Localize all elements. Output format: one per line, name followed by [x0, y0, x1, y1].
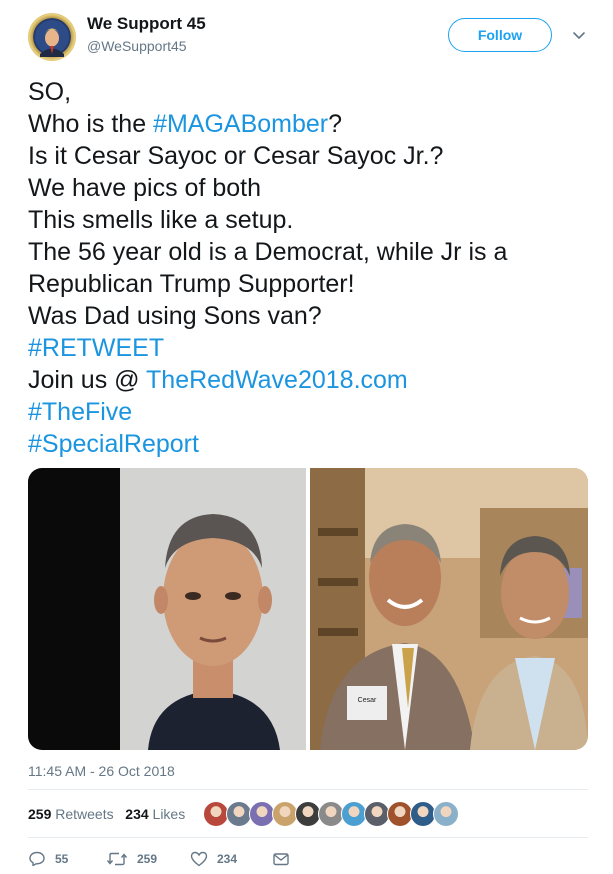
tweet-text: SO, Who is the #MAGABomber? Is it Cesar Sa…	[28, 76, 598, 460]
tweet-text-line: Was Dad using Sons van?	[28, 300, 598, 332]
name-tag-text: Cesar	[358, 697, 377, 704]
display-name[interactable]: We Support 45	[87, 14, 206, 34]
retweet-button[interactable]: 259	[106, 850, 157, 868]
like-count: 234	[217, 852, 238, 866]
tweet-text-segment: ?	[328, 110, 343, 138]
divider	[28, 789, 588, 790]
hashtag-link[interactable]: #MAGABomber	[153, 110, 328, 138]
chevron-down-icon[interactable]	[572, 28, 586, 42]
tweet-text-segment: Is it Cesar Sayoc or Cesar Sayoc Jr.?	[28, 142, 444, 170]
hashtag-link[interactable]: #TheFive	[28, 398, 132, 426]
tweet-text-line: The 56 year old is a Democrat, while Jr …	[28, 236, 598, 268]
two-men-photo[interactable]: Cesar	[310, 468, 588, 750]
mugshot-photo[interactable]	[28, 468, 306, 750]
retweets-stat[interactable]: 259 Retweets	[28, 806, 114, 822]
tweet-text-line: We have pics of both	[28, 172, 598, 204]
tweet-text-line: Republican Trump Supporter!	[28, 268, 598, 300]
hashtag-link[interactable]: #SpecialReport	[28, 430, 199, 458]
tweet-text-line: #TheFive	[28, 396, 598, 428]
tweet-stats: 259 Retweets 234 Likes	[28, 806, 185, 822]
retweets-label: Retweets	[55, 806, 114, 822]
tweet-text-line: SO,	[28, 76, 598, 108]
direct-message-button[interactable]	[272, 850, 290, 868]
tweet-text-line: This smells like a setup.	[28, 204, 598, 236]
tweet-media[interactable]: Cesar	[28, 468, 588, 750]
likes-count: 234	[125, 806, 149, 822]
tweet-text-segment: Join us @	[28, 366, 147, 394]
tweet-text-segment: Republican Trump Supporter!	[28, 270, 355, 298]
tweet-text-segment: We have pics of both	[28, 174, 262, 202]
hashtag-link[interactable]: #RETWEET	[28, 334, 164, 362]
retweet-icon	[106, 852, 128, 866]
tweet-text-line: Is it Cesar Sayoc or Cesar Sayoc Jr.?	[28, 140, 598, 172]
retweets-count: 259	[28, 806, 52, 822]
liker-avatar[interactable]	[433, 801, 459, 827]
tweet-text-segment: Was Dad using Sons van?	[28, 302, 322, 330]
tweet-text-line: #SpecialReport	[28, 428, 598, 460]
user-avatar[interactable]	[28, 13, 76, 61]
reply-count: 55	[55, 852, 69, 866]
like-button[interactable]: 234	[190, 850, 237, 868]
presidential-portrait-icon	[35, 20, 69, 57]
envelope-icon	[273, 853, 289, 866]
reply-button[interactable]: 55	[28, 850, 68, 868]
reply-icon	[29, 851, 45, 867]
tweet-text-segment: Who is the	[28, 110, 154, 138]
divider	[28, 837, 588, 838]
tweet-text-segment: SO,	[28, 78, 72, 106]
likes-stat[interactable]: 234 Likes	[125, 806, 185, 822]
tweet-actions: 55 259 234	[28, 850, 328, 872]
tweet-timestamp[interactable]: 11:45 AM - 26 Oct 2018	[28, 763, 175, 779]
user-handle[interactable]: @WeSupport45	[87, 38, 187, 54]
tweet-text-segment: This smells like a setup.	[28, 206, 294, 234]
likes-label: Likes	[152, 806, 186, 822]
tweet-text-line: #RETWEET	[28, 332, 598, 364]
follow-button[interactable]: Follow	[448, 18, 552, 52]
tweet-header: We Support 45 @WeSupport45 Follow	[0, 0, 613, 70]
url-link[interactable]: TheRedWave2018.com	[146, 366, 408, 394]
heart-icon	[190, 851, 208, 867]
retweet-count: 259	[137, 852, 158, 866]
tweet-text-line: Join us @ TheRedWave2018.com	[28, 364, 598, 396]
tweet-text-line: Who is the #MAGABomber?	[28, 108, 598, 140]
tweet-text-segment: The 56 year old is a Democrat, while Jr …	[28, 238, 508, 266]
